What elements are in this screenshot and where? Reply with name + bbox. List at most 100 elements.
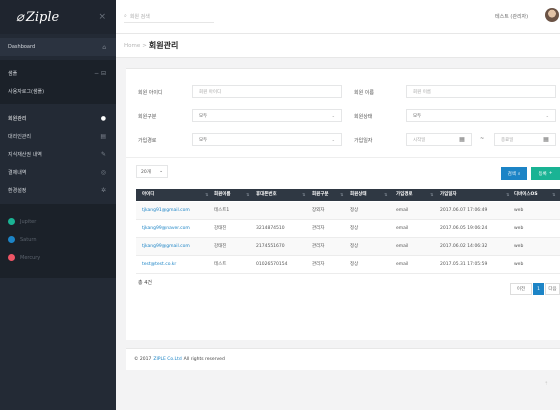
search-input[interactable]: ⌕ 회원 검색 — [124, 10, 214, 23]
cell-type: 관리자 — [312, 226, 325, 231]
footer-rights: All rights reserved — [183, 357, 225, 362]
member-id-input[interactable]: 회원 아이디 — [192, 85, 342, 98]
table-row[interactable]: tjkang99@gmail.com 강태진 2174551670 관리자 정상… — [136, 238, 560, 256]
page-size-value: 20개 — [141, 169, 151, 175]
logo-row: ⌀ Ziple × — [0, 0, 116, 34]
calendar-icon[interactable]: ▦ — [538, 133, 554, 146]
page-size-select[interactable]: 20개 ⌄ — [136, 165, 168, 178]
scroll-top-icon[interactable]: ⇡ — [544, 381, 548, 387]
footer-copyright: © 2017 — [134, 357, 152, 362]
sidebar-item-sample[interactable]: 샘플 − ⊟ — [0, 64, 116, 82]
search-button-label: 검색 — [507, 171, 516, 177]
page-header: Home > 회원관리 — [116, 34, 560, 58]
col-header-type[interactable]: 회원구분 — [312, 189, 329, 201]
sort-icon[interactable]: ⇅ — [340, 189, 343, 201]
sort-icon[interactable]: ⇅ — [205, 189, 208, 201]
breadcrumb-separator: > — [142, 42, 147, 49]
sidebar-item-members[interactable]: 회원관리 ● — [0, 109, 116, 127]
close-icon[interactable]: × — [98, 12, 106, 22]
sort-icon[interactable]: ⇅ — [506, 189, 509, 201]
sidebar-item-agents[interactable]: 대리인관리 ▤ — [0, 127, 116, 145]
add-button-label: 등록 — [538, 171, 547, 177]
col-header-name[interactable]: 회원이름 — [214, 189, 231, 201]
planet-item-mercury[interactable]: Mercury — [8, 254, 40, 261]
pagination-prev[interactable]: 이전 — [510, 283, 532, 295]
table-row[interactable]: tjkang99@naver.com 강태진 3214874510 관리자 정상… — [136, 220, 560, 238]
cell-status: 정상 — [350, 262, 359, 267]
sidebar-item-user-log[interactable]: 사용자로그(샘플) — [0, 82, 116, 100]
col-header-status[interactable]: 회원상태 — [350, 189, 367, 201]
sort-icon[interactable]: ⇅ — [302, 189, 305, 201]
page-title: 회원관리 — [148, 41, 179, 50]
table-row[interactable]: tjkang91@gmail.com 테스트1 장외자 정상 email 201… — [136, 202, 560, 220]
footer-brand-link[interactable]: ZIPLE Co.Ltd — [153, 357, 181, 362]
user-name[interactable]: 테스트 (관리자) — [495, 13, 528, 20]
cell-device-os: web — [514, 208, 524, 213]
search-icon: ⌕ — [517, 171, 521, 177]
pagination-page-1[interactable]: 1 — [533, 283, 544, 295]
cell-signup-path: email — [396, 208, 409, 213]
blue-dot-icon — [8, 236, 15, 243]
member-status-select[interactable]: 모두 ⌄ — [406, 109, 556, 122]
member-name-label: 회원 이름 — [354, 90, 374, 96]
add-button[interactable]: 등록 + — [531, 167, 560, 180]
sidebar-item-label: Dashboard — [8, 44, 36, 50]
signup-path-label: 가입경로 — [138, 138, 157, 144]
sidebar-item-dashboard[interactable]: Dashboard ⌂ — [0, 38, 116, 56]
cell-signup-path: email — [396, 262, 409, 267]
sidebar-item-label: 사용자로그(샘플) — [8, 88, 45, 95]
sort-icon[interactable]: ⇅ — [384, 189, 387, 201]
col-header-signup-date[interactable]: 가입일자 — [440, 189, 457, 201]
sort-icon[interactable]: ⇅ — [246, 189, 249, 201]
col-header-signup-path[interactable]: 가입경로 — [396, 189, 413, 201]
col-header-phone[interactable]: 휴대폰번호 — [256, 189, 277, 201]
sidebar-item-label: 회원관리 — [8, 115, 27, 122]
cell-device-os: web — [514, 226, 524, 231]
cell-device-os: web — [514, 244, 524, 249]
planet-label: Jupiter — [20, 218, 37, 225]
planet-item-jupiter[interactable]: Jupiter — [8, 218, 36, 225]
avatar[interactable] — [545, 8, 559, 22]
cell-signup-date: 2017.06.05 19:06:24 — [440, 226, 488, 231]
member-name-placeholder: 회원 이름 — [413, 89, 431, 95]
cell-member-id[interactable]: tjkang91@gmail.com — [142, 202, 190, 220]
planet-item-saturn[interactable]: Saturn — [8, 236, 37, 243]
cell-type: 관리자 — [312, 244, 325, 249]
table-row[interactable]: test@test.co.kr 테스트 01026570154 관리자 정상 e… — [136, 256, 560, 274]
sort-icon[interactable]: ⇅ — [430, 189, 433, 201]
cell-signup-date: 2017.06.07 17:06:49 — [440, 208, 488, 213]
sidebar-item-settings[interactable]: 환경설정 ✲ — [0, 181, 116, 199]
sidebar-item-payments[interactable]: 결제내역 ◎ — [0, 163, 116, 181]
sidebar-item-ip[interactable]: 지식재산권 내역 ✎ — [0, 145, 116, 163]
plus-icon: + — [548, 171, 553, 176]
topbar: ⌕ 회원 검색 테스트 (관리자) — [116, 0, 560, 34]
cell-member-id[interactable]: tjkang99@gmail.com — [142, 238, 190, 256]
cell-status: 정상 — [350, 244, 359, 249]
sidebar: ⌀ Ziple × Dashboard ⌂ 샘플 − ⊟ 사용자로그(샘플) 회원… — [0, 0, 116, 410]
pagination-next[interactable]: 다음 — [545, 283, 560, 295]
member-id-label: 회원 아이디 — [138, 90, 163, 96]
cell-member-id[interactable]: test@test.co.kr — [142, 256, 176, 274]
chevron-down-icon: ⌄ — [159, 169, 163, 174]
signup-path-value: 모두 — [199, 137, 208, 143]
col-header-device-os[interactable]: 디바이스OS — [514, 189, 538, 201]
gear-icon: ✲ — [100, 186, 106, 194]
date-range-separator: ~ — [480, 136, 485, 142]
cell-status: 정상 — [350, 226, 359, 231]
sort-icon[interactable]: ⇅ — [552, 189, 555, 201]
calendar-icon[interactable]: ▦ — [454, 133, 470, 146]
signup-path-select[interactable]: 모두 ⌄ — [192, 133, 342, 146]
planet-label: Saturn — [20, 236, 37, 243]
member-name-input[interactable]: 회원 이름 — [406, 85, 556, 98]
breadcrumb-home[interactable]: Home — [124, 43, 140, 49]
green-dot-icon — [8, 218, 15, 225]
col-header-id[interactable]: 아이디 — [142, 189, 154, 201]
member-type-select[interactable]: 모두 ⌄ — [192, 109, 342, 122]
member-type-value: 모두 — [199, 113, 208, 119]
logo[interactable]: ⌀ Ziple — [16, 10, 59, 25]
cell-member-id[interactable]: tjkang99@naver.com — [142, 220, 190, 238]
search-button[interactable]: 검색 ⌕ — [501, 167, 527, 180]
edit-icon: ✎ — [100, 150, 106, 158]
end-date-placeholder: 종료일 — [501, 137, 514, 143]
collapse-icon[interactable]: − ⊟ — [94, 70, 106, 77]
